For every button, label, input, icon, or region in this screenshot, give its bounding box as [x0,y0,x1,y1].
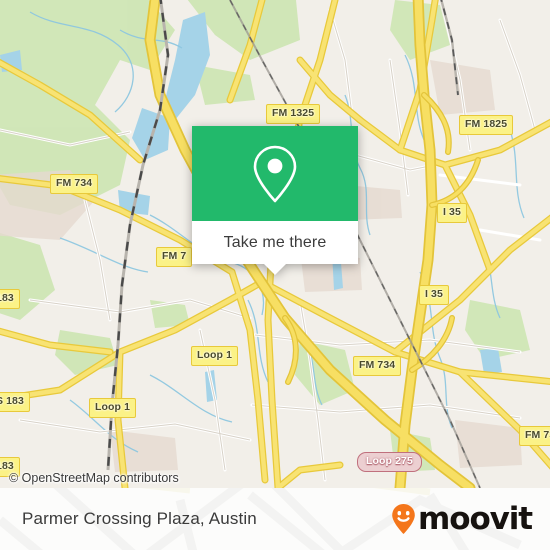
road-shield: FM 734 [353,356,402,376]
road-shield: FM 1825 [459,115,514,135]
road-shield: Loop 1 [191,346,239,366]
moovit-pin-icon [392,504,415,534]
road-shield: Loop 275 [357,452,422,472]
moovit-wordmark: moovit [418,500,533,537]
road-shield: FM 73 [519,426,550,446]
road-shield: FM 7 [156,247,193,267]
popup-header [192,126,358,221]
page-footer: Parmer Crossing Plaza, Austin moovit [0,488,550,550]
place-name: Parmer Crossing Plaza, Austin [22,509,257,528]
road-shield: FM 734 [50,174,99,194]
moovit-logo[interactable]: moovit [391,500,533,537]
popup-action[interactable]: Take me there [192,221,358,275]
road-shield: 183 [0,289,20,309]
road-shield: I 35 [437,203,467,223]
popup-tail [264,264,286,275]
map-page: FM 1325 FM 1825 I 35 FM 734 FM 7 183 I 3… [0,0,550,550]
take-me-there-label: Take me there [223,233,327,251]
road-shield: Loop 1 [89,398,137,418]
road-shield: FM 1325 [266,104,321,124]
road-shield: I 35 [419,285,449,305]
map-pin-icon [253,145,297,202]
osm-attribution[interactable]: © OpenStreetMap contributors [9,471,179,485]
footer-row: Parmer Crossing Plaza, Austin moovit [0,488,550,550]
map-canvas[interactable]: FM 1325 FM 1825 I 35 FM 734 FM 7 183 I 3… [0,0,550,488]
road-shield: S 183 [0,392,30,412]
location-popup[interactable]: Take me there [192,126,358,275]
